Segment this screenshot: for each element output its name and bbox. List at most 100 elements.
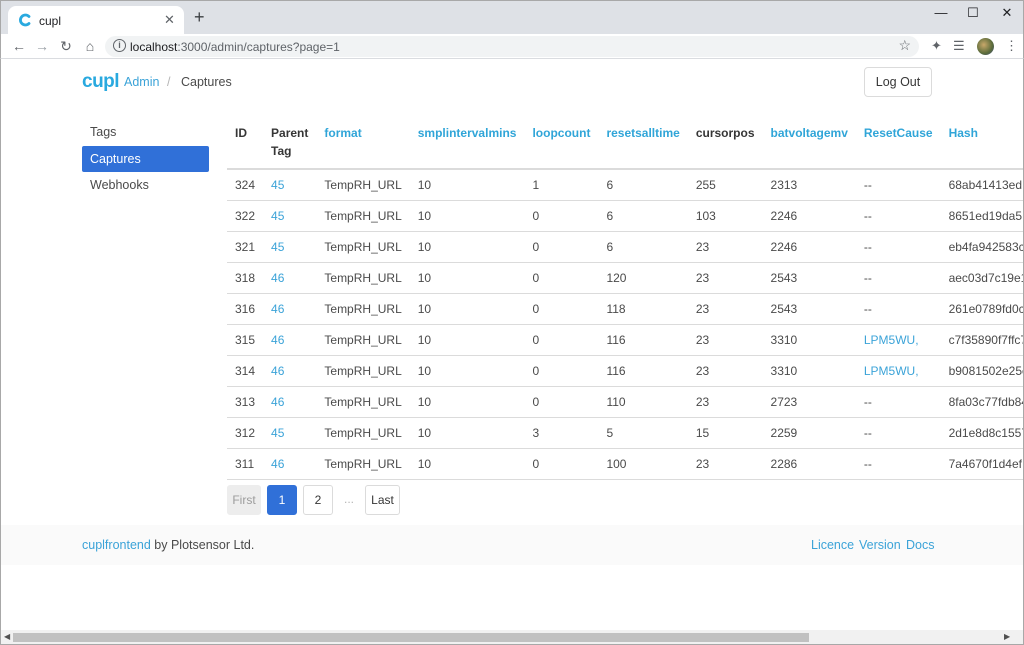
horizontal-scrollbar[interactable]: ◀ ▶	[0, 630, 1024, 645]
pagination-last[interactable]: Last	[365, 485, 400, 515]
media-control-icon[interactable]: ☰	[953, 38, 965, 54]
table-cell: --	[855, 386, 941, 418]
column-header[interactable]: smplintervalmins	[409, 119, 525, 170]
table-cell: 10	[409, 448, 525, 480]
table-cell: 0	[524, 293, 599, 325]
table-cell[interactable]: 45	[263, 417, 317, 449]
browser-menu-icon[interactable]: ⋮	[1005, 38, 1018, 54]
tab-close-icon[interactable]: ✕	[164, 12, 175, 28]
table-cell: TempRH_URL	[316, 448, 410, 480]
breadcrumb-admin[interactable]: Admin	[124, 75, 159, 89]
table-cell[interactable]: LPM5WU,	[855, 324, 941, 356]
table-cell: 0	[524, 324, 599, 356]
column-header[interactable]: resetsalltime	[598, 119, 688, 170]
sidebar-item-captures[interactable]: Captures	[82, 145, 209, 172]
table-row: 316 46 TempRH_URL 10 0 118 23 2543 -- 261e0789fd0…	[227, 293, 1023, 325]
captures-table: ID Parent Tag format smplintervalmins loopco…	[227, 119, 1023, 480]
table-row: 315 46 TempRH_URL 10 0 116 23 3310 LPM5WU, c7f358…	[227, 324, 1023, 356]
table-row: 318 46 TempRH_URL 10 0 120 23 2543 -- aec03d7c19e…	[227, 262, 1023, 294]
scroll-right-icon[interactable]: ▶	[1004, 632, 1010, 641]
table-cell: 6	[598, 231, 688, 263]
window-close-icon[interactable]: ✕	[997, 5, 1017, 21]
table-row: 311 46 TempRH_URL 10 0 100 23 2286 -- 7a4670f1d4e…	[227, 448, 1023, 480]
table-cell: TempRH_URL	[316, 355, 410, 387]
table-cell: TempRH_URL	[316, 262, 410, 294]
reload-icon[interactable]: ↻	[57, 38, 75, 54]
column-header[interactable]: Hash	[940, 119, 1023, 170]
table-cell: 312	[227, 417, 264, 449]
table-cell: 118	[598, 293, 688, 325]
table-cell[interactable]: 46	[263, 355, 317, 387]
table-cell: 110	[598, 386, 688, 418]
bookmark-star-icon[interactable]: ☆	[898, 37, 911, 54]
scroll-left-icon[interactable]: ◀	[4, 632, 10, 641]
table-cell[interactable]: 45	[263, 231, 317, 263]
cupl-favicon-icon	[19, 13, 31, 27]
table-cell: 255	[687, 169, 763, 201]
table-cell: 15	[687, 417, 763, 449]
table-cell: 23	[687, 231, 763, 263]
table-cell: 2246	[762, 200, 856, 232]
footer-docs-link[interactable]: Docs	[906, 538, 934, 552]
table-cell: aec03d7c19e1	[940, 262, 1023, 294]
table-cell: TempRH_URL	[316, 417, 410, 449]
table-cell: 10	[409, 417, 525, 449]
table-cell: 120	[598, 262, 688, 294]
table-cell: c7f35890f7ffc7	[940, 324, 1023, 356]
table-cell[interactable]: LPM5WU,	[855, 355, 941, 387]
table-cell[interactable]: 46	[263, 324, 317, 356]
table-cell[interactable]: 46	[263, 293, 317, 325]
brand-logo[interactable]: cupl	[82, 71, 120, 93]
pagination-page-1[interactable]: 1	[267, 485, 297, 515]
table-cell: 2543	[762, 262, 856, 294]
captures-table-container: ID Parent Tag format smplintervalmins loopco…	[227, 119, 1023, 480]
table-cell[interactable]: 46	[263, 448, 317, 480]
table-row: 322 45 TempRH_URL 10 0 6 103 2246 -- 8651ed19da5	[227, 200, 1023, 232]
sidebar-item-webhooks[interactable]: Webhooks	[82, 172, 209, 198]
pagination-page-2[interactable]: 2	[303, 485, 333, 515]
column-header[interactable]: format	[316, 119, 410, 170]
table-cell: TempRH_URL	[316, 324, 410, 356]
extensions-icon[interactable]: ✦	[931, 38, 942, 54]
column-header[interactable]: ResetCause	[855, 119, 941, 170]
table-cell: 324	[227, 169, 264, 201]
table-cell[interactable]: 46	[263, 262, 317, 294]
site-info-icon[interactable]: i	[113, 39, 126, 52]
table-cell: --	[855, 417, 941, 449]
logout-button[interactable]: Log Out	[864, 67, 932, 97]
footer-version-link[interactable]: Version	[859, 538, 901, 552]
footer-licence-link[interactable]: Licence	[811, 538, 854, 552]
table-cell[interactable]: 46	[263, 386, 317, 418]
column-header[interactable]: batvoltagemv	[762, 119, 856, 170]
table-cell: 2286	[762, 448, 856, 480]
table-row: 324 45 TempRH_URL 10 1 6 255 2313 -- 68ab41413ed	[227, 169, 1023, 201]
browser-tab[interactable]: cupl ✕	[8, 6, 184, 35]
sidebar-menu: Tags Captures Webhooks	[82, 119, 209, 199]
scrollbar-thumb[interactable]	[13, 633, 809, 642]
table-cell: 3310	[762, 355, 856, 387]
minimize-icon[interactable]: —	[931, 5, 951, 20]
footer-app-link[interactable]: cuplfrontend	[82, 538, 151, 552]
table-cell: 100	[598, 448, 688, 480]
profile-avatar[interactable]	[977, 38, 994, 55]
back-icon[interactable]: ←	[10, 38, 28, 54]
table-cell[interactable]: 45	[263, 200, 317, 232]
tab-title: cupl	[39, 14, 62, 28]
address-bar[interactable]: i localhost:3000/admin/captures?page=1 ☆	[105, 36, 919, 57]
table-cell: 23	[687, 324, 763, 356]
table-cell: 316	[227, 293, 264, 325]
column-header[interactable]: loopcount	[524, 119, 599, 170]
table-cell: 10	[409, 324, 525, 356]
maximize-icon[interactable]: ☐	[963, 5, 983, 21]
home-icon[interactable]: ⌂	[81, 38, 99, 54]
pagination-first[interactable]: First	[227, 485, 261, 515]
table-cell: 103	[687, 200, 763, 232]
table-cell: 2723	[762, 386, 856, 418]
table-cell: 2259	[762, 417, 856, 449]
table-cell: 322	[227, 200, 264, 232]
new-tab-icon[interactable]: +	[194, 8, 205, 26]
table-cell[interactable]: 45	[263, 169, 317, 201]
footer-credit: cuplfrontend by Plotsensor Ltd.	[82, 538, 255, 552]
forward-icon[interactable]: →	[33, 38, 51, 54]
sidebar-item-tags[interactable]: Tags	[82, 119, 209, 145]
